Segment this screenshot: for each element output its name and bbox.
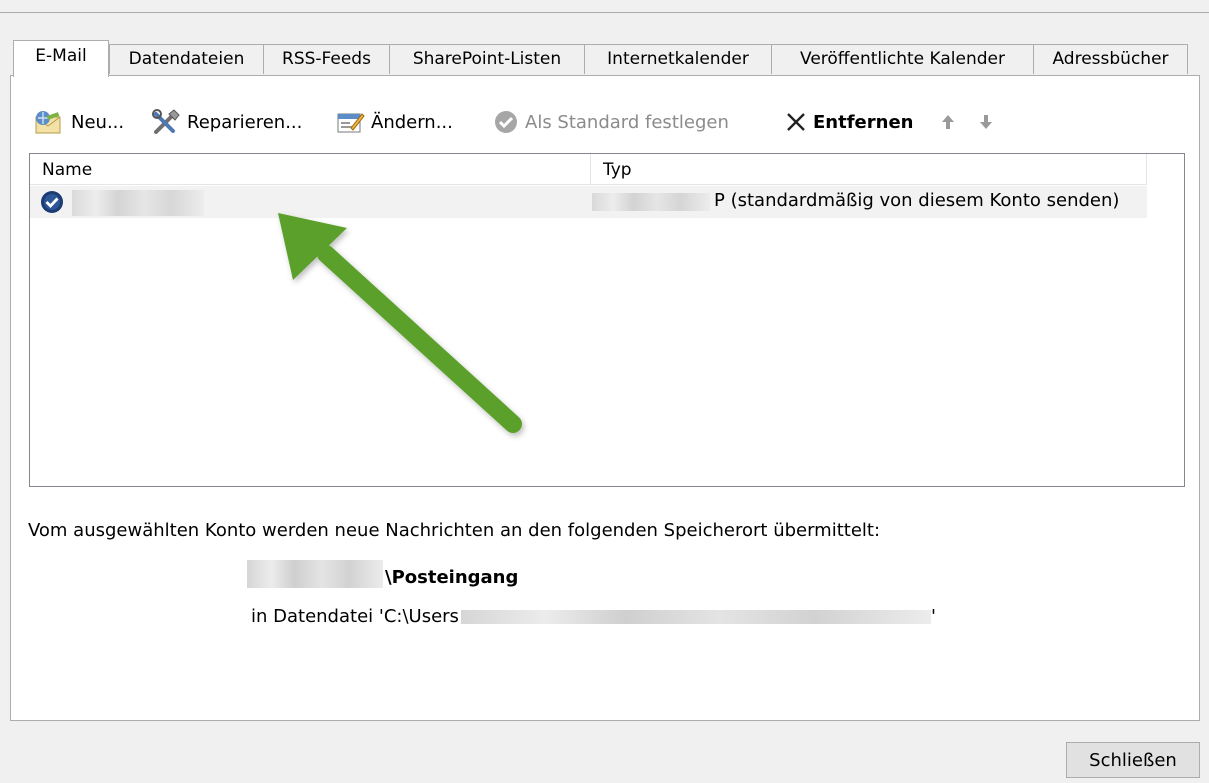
- remove-button[interactable]: Entfernen: [785, 104, 913, 140]
- delivery-folder: \Posteingang: [385, 567, 519, 588]
- change-button[interactable]: Ändern...: [335, 104, 453, 140]
- column-header-type[interactable]: Typ: [591, 154, 1147, 184]
- default-account-check-icon: [41, 191, 63, 213]
- list-header: Name Typ: [30, 154, 1147, 185]
- tab-address-books[interactable]: Adressbücher: [1033, 44, 1188, 74]
- tab-internet-calendars[interactable]: Internetkalender: [584, 44, 772, 74]
- arrow-up-icon: [942, 115, 954, 129]
- move-down-button[interactable]: [977, 104, 995, 140]
- account-type-redacted: [592, 193, 710, 211]
- column-header-name[interactable]: Name: [30, 154, 591, 184]
- tab-email[interactable]: E-Mail: [13, 40, 109, 77]
- table-row[interactable]: P (standardmäßig von diesem Konto senden…: [30, 186, 1147, 218]
- tab-rss-feeds[interactable]: RSS-Feeds: [263, 44, 390, 74]
- delivery-description: Vom ausgewählten Konto werden neue Nachr…: [28, 520, 881, 541]
- tools-icon: [152, 109, 180, 134]
- repair-button[interactable]: Reparieren...: [151, 104, 302, 140]
- move-up-button[interactable]: [939, 104, 957, 140]
- file-path-redacted: [460, 610, 931, 624]
- close-icon: [787, 113, 805, 131]
- edit-account-icon: [337, 113, 365, 133]
- tab-data-files[interactable]: Datendateien: [109, 44, 264, 74]
- tab-published-calendars[interactable]: Veröffentlichte Kalender: [771, 44, 1034, 74]
- data-file-path: in Datendatei 'C:\Users ': [251, 606, 936, 627]
- arrow-down-icon: [980, 115, 992, 129]
- close-button[interactable]: Schließen: [1066, 742, 1200, 778]
- new-account-icon: [35, 111, 61, 134]
- new-button[interactable]: Neu...: [33, 104, 124, 140]
- accounts-list: Name Typ P (standardmäßig von diesem Kon…: [29, 153, 1185, 487]
- checkmark-badge-icon: [495, 111, 517, 133]
- account-type-label: P (standardmäßig von diesem Konto senden…: [714, 190, 1120, 211]
- mailbox-name-redacted: [247, 560, 383, 588]
- email-accounts-panel: Neu... Reparieren... Ändern... Als Stand…: [10, 75, 1200, 721]
- set-default-button[interactable]: Als Standard festlegen: [493, 104, 729, 140]
- account-name-redacted: [72, 190, 204, 216]
- top-separator: [0, 12, 1209, 13]
- tab-sharepoint-lists[interactable]: SharePoint-Listen: [389, 44, 585, 74]
